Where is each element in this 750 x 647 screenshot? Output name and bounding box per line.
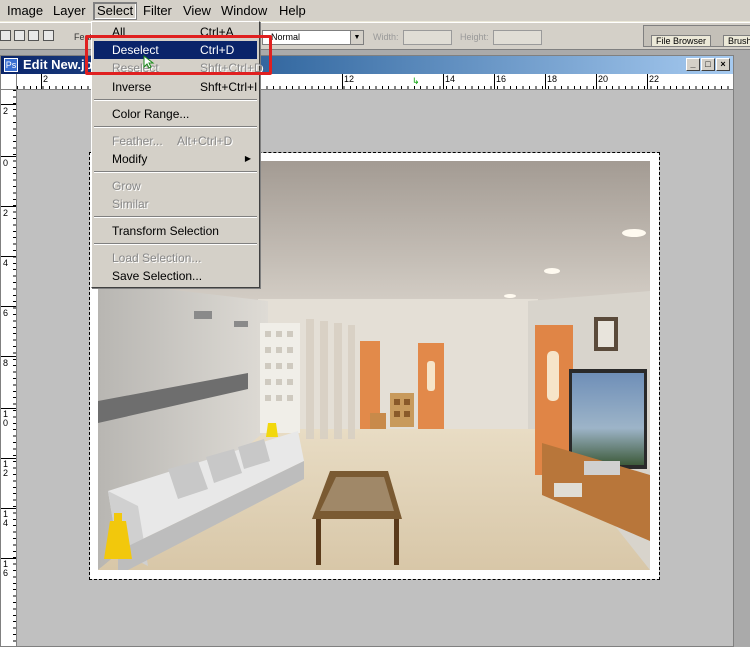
submenu-arrow-icon: ▶ [244,154,251,163]
palette-well: File Browser Brush [643,25,750,47]
menu-item-label: Color Range... [112,107,190,121]
subtract-selection-icon[interactable] [28,30,39,41]
intersect-selection-icon[interactable] [43,30,54,41]
maximize-icon[interactable]: □ [701,58,715,71]
menu-view[interactable]: View [180,3,214,19]
style-select[interactable]: Normal ▼ [262,30,364,45]
ruler-label: 4 [3,258,9,268]
mouse-cursor-icon [143,55,155,69]
menu-separator [94,243,257,245]
menu-item-shortcut: Shft+Ctrl+I [200,80,258,94]
annotation-highlight-box [85,35,272,75]
menu-item-color-range[interactable]: Color Range... [94,105,257,123]
width-label: Width: [373,32,399,42]
ruler-label: 16 [496,74,507,84]
menu-layer[interactable]: Layer [50,3,89,19]
guide-marker-icon: ↳ [412,76,420,86]
menu-item-shortcut: Alt+Ctrl+D [177,134,233,148]
tab-brush[interactable]: Brush [723,35,750,47]
add-selection-icon[interactable] [14,30,25,41]
menu-item-inverse[interactable]: Inverse Shft+Ctrl+I [94,78,257,96]
menu-separator [94,216,257,218]
menu-item-feather[interactable]: Feather... Alt+Ctrl+D [94,132,257,150]
minimize-icon[interactable]: _ [686,58,700,71]
document-title: Edit New.jp [23,57,93,72]
menu-select[interactable]: Select [93,2,138,20]
ruler-label: 2 [3,106,9,116]
photoshop-document-icon: Ps [4,58,18,72]
chevron-down-icon[interactable]: ▼ [350,31,363,44]
menu-image[interactable]: Image [4,3,46,19]
menu-item-similar[interactable]: Similar [94,195,257,213]
height-label: Height: [460,32,489,42]
ruler-label: 2 [43,74,49,84]
ruler-label: 8 [3,358,9,368]
style-value: Normal [271,32,301,42]
menu-item-label: Grow [112,179,141,193]
menu-item-label: Similar [112,197,149,211]
menu-filter[interactable]: Filter [140,3,175,19]
ruler-label: 2 [3,208,9,218]
menu-item-label: Transform Selection [112,224,219,238]
menu-item-label: Feather... [112,134,163,148]
menu-bar: Image Layer Select Filter View Window He… [0,0,750,22]
menu-item-label: Inverse [112,80,152,94]
menu-item-transform-selection[interactable]: Transform Selection [94,222,257,240]
width-field[interactable] [403,30,452,45]
ruler-label: 12 [344,74,355,84]
tab-file-browser[interactable]: File Browser [651,35,712,47]
menu-item-label: Save Selection... [112,269,203,283]
ruler-label: 14 [445,74,456,84]
menu-item-grow[interactable]: Grow [94,177,257,195]
ruler-label: 1 2 [3,459,9,478]
ruler-label: 22 [649,74,660,84]
menu-item-label: Modify [112,152,148,166]
ruler-label: 18 [547,74,558,84]
menu-separator [94,126,257,128]
vertical-ruler[interactable]: 2 0 2 4 6 8 1 0 1 2 1 4 1 6 [1,90,17,646]
ruler-label: 1 6 [3,559,9,578]
new-selection-icon[interactable] [0,30,11,41]
ruler-label: 1 0 [3,409,9,428]
ruler-label: 1 4 [3,509,9,528]
menu-separator [94,99,257,101]
menu-item-load-selection[interactable]: Load Selection... [94,249,257,267]
ruler-origin[interactable] [1,74,17,90]
ruler-label: 6 [3,308,9,318]
menu-help[interactable]: Help [276,3,309,19]
height-field[interactable] [493,30,542,45]
menu-separator [94,171,257,173]
menu-item-save-selection[interactable]: Save Selection... [94,267,257,285]
ruler-label: 20 [598,74,609,84]
close-icon[interactable]: × [716,58,730,71]
menu-window[interactable]: Window [218,3,270,19]
menu-item-label: Load Selection... [112,251,202,265]
ruler-label: 0 [3,158,9,168]
menu-item-modify[interactable]: Modify ▶ [94,150,257,168]
